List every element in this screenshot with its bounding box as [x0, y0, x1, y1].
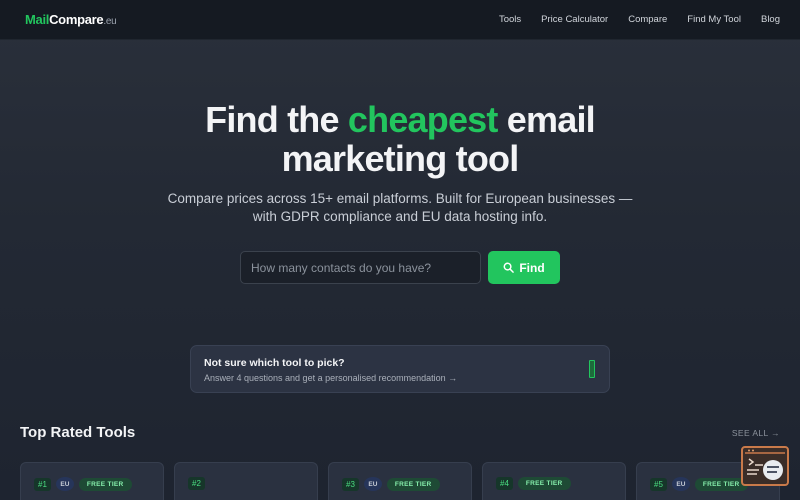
- hero-title-line2: marketing tool: [281, 138, 520, 179]
- hero-subtitle-line1: Compare prices across 15+ email platform…: [167, 191, 633, 206]
- hero-title-part2: email: [497, 99, 596, 140]
- free-tier-badge: FREE TIER: [694, 477, 748, 491]
- free-tier-badge: FREE TIER: [386, 477, 440, 491]
- floating-chat-widget[interactable]: [741, 446, 789, 486]
- see-all-link[interactable]: SEE ALL →: [732, 428, 780, 438]
- eu-badge: EU: [671, 477, 690, 491]
- find-button-label: Find: [519, 260, 545, 275]
- rank-badge: #2: [188, 477, 205, 490]
- rank-badge: #1: [34, 477, 51, 491]
- top-rated-title: Top Rated Tools: [20, 424, 136, 441]
- tool-card-1[interactable]: #1 EU FREE TIER: [20, 462, 164, 500]
- card-badges: #2: [188, 477, 205, 490]
- nav-link-blog[interactable]: Blog: [761, 14, 780, 25]
- contacts-input[interactable]: [240, 251, 481, 284]
- progress-bar-icon: [589, 360, 595, 378]
- card-badges: #4 FREE TIER: [496, 477, 571, 490]
- recommendation-card[interactable]: Not sure which tool to pick? Answer 4 qu…: [190, 345, 610, 393]
- recommendation-title: Not sure which tool to pick?: [204, 357, 345, 369]
- logo[interactable]: MailCompare.eu: [25, 12, 117, 27]
- search-icon: [503, 262, 515, 273]
- recommendation-text: Answer 4 questions and get a personalise…: [204, 373, 458, 383]
- free-tier-badge: FREE TIER: [78, 477, 132, 491]
- card-badges: #5 EU FREE TIER: [650, 477, 748, 491]
- free-tier-badge: FREE TIER: [517, 477, 571, 490]
- nav-link-find-my-tool[interactable]: Find My Tool: [687, 14, 741, 25]
- nav-link-compare[interactable]: Compare: [628, 14, 667, 25]
- nav-link-price-calculator[interactable]: Price Calculator: [541, 14, 608, 25]
- terminal-chat-icon: [745, 449, 785, 480]
- tool-card-4[interactable]: #4 FREE TIER: [482, 462, 626, 500]
- tool-card-2[interactable]: #2: [174, 462, 318, 500]
- eu-badge: EU: [363, 477, 382, 491]
- find-button[interactable]: Find: [488, 251, 560, 284]
- eu-badge: EU: [55, 477, 74, 491]
- top-navbar: MailCompare.eu Tools Price Calculator Co…: [0, 0, 800, 40]
- hero-subtitle: Compare prices across 15+ email platform…: [150, 190, 650, 226]
- nav-link-tools[interactable]: Tools: [499, 14, 521, 25]
- logo-compare: Compare: [49, 12, 104, 27]
- card-badges: #1 EU FREE TIER: [34, 477, 132, 491]
- nav-links: Tools Price Calculator Compare Find My T…: [499, 14, 780, 25]
- rank-badge: #5: [650, 477, 667, 491]
- tool-card-3[interactable]: #3 EU FREE TIER: [328, 462, 472, 500]
- logo-mail: Mail: [25, 12, 50, 27]
- hero-title-part1: Find the: [205, 99, 348, 140]
- rank-badge: #4: [496, 477, 513, 490]
- logo-tld: .eu: [103, 16, 117, 27]
- card-badges: #3 EU FREE TIER: [342, 477, 440, 491]
- rank-badge: #3: [342, 477, 359, 491]
- hero-subtitle-line2: with GDPR compliance and EU data hosting…: [252, 209, 548, 224]
- hero-title-accent: cheapest: [347, 99, 498, 140]
- hero-title: Find the cheapest email marketing tool: [0, 100, 800, 178]
